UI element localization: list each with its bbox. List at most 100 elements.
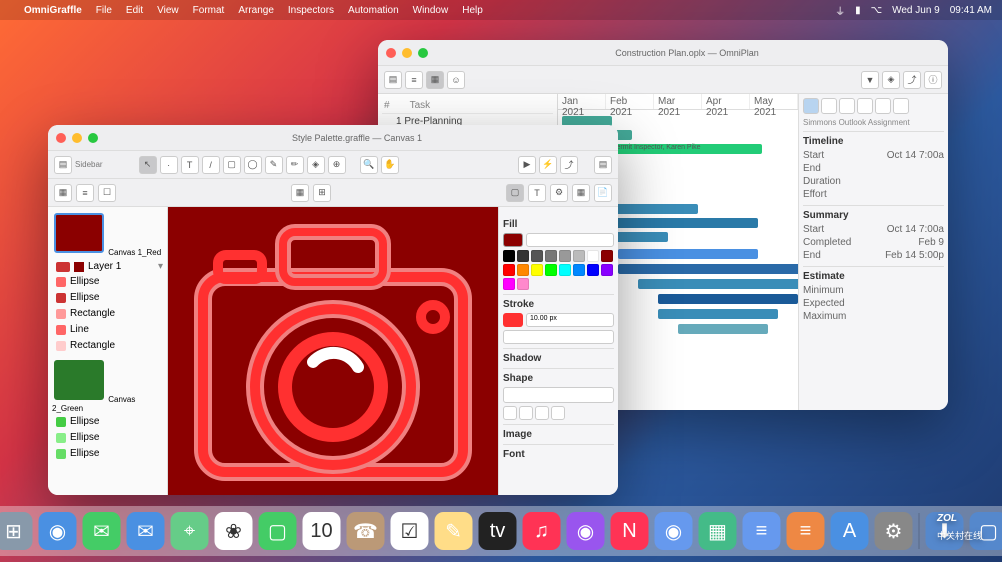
color-swatch[interactable] <box>517 250 529 262</box>
corner-btn[interactable] <box>551 406 565 420</box>
layer-item[interactable]: Ellipse <box>52 290 163 305</box>
layer-item[interactable]: Ellipse <box>52 414 163 429</box>
corner-btn[interactable] <box>535 406 549 420</box>
color-swatch[interactable] <box>503 264 515 276</box>
menu-view[interactable]: View <box>157 5 179 16</box>
corner-btn[interactable] <box>503 406 517 420</box>
color-swatch[interactable] <box>587 250 599 262</box>
insp-canvas[interactable]: ▦ <box>572 184 590 202</box>
close-button[interactable] <box>386 48 396 58</box>
dock-messages[interactable]: ✉ <box>83 512 121 550</box>
color-swatch[interactable] <box>545 250 557 262</box>
fill-color[interactable] <box>503 233 523 247</box>
inspector-tab[interactable] <box>803 98 819 114</box>
graffle-canvas[interactable] <box>168 207 498 495</box>
line-tool[interactable]: / <box>202 156 220 174</box>
fill-type-select[interactable] <box>526 233 614 247</box>
color-swatch[interactable] <box>559 264 571 276</box>
rect-tool[interactable]: ▢ <box>223 156 241 174</box>
layer-item[interactable]: Ellipse <box>52 430 163 445</box>
menu-window[interactable]: Window <box>413 5 449 16</box>
zoom-tool[interactable]: 🔍 <box>360 156 378 174</box>
grid-btn[interactable]: ▦ <box>291 184 309 202</box>
insp-doc[interactable]: 📄 <box>594 184 612 202</box>
selection-tab[interactable]: ☐ <box>98 184 116 202</box>
filter-btn[interactable]: ▼ <box>861 71 879 89</box>
inspector-toggle[interactable]: ▤ <box>594 156 612 174</box>
snap-btn[interactable]: ⊞ <box>313 184 331 202</box>
sidebar-toggle[interactable]: ▤ <box>54 156 72 174</box>
shape-select[interactable] <box>503 387 614 403</box>
dock-omnioutliner[interactable]: ≡ <box>787 512 825 550</box>
share-btn[interactable]: ⤴ <box>560 156 578 174</box>
color-swatch[interactable] <box>531 250 543 262</box>
color-swatch[interactable] <box>559 250 571 262</box>
menu-edit[interactable]: Edit <box>126 5 143 16</box>
zoom-button[interactable] <box>88 133 98 143</box>
stroke-style[interactable] <box>503 330 614 344</box>
zoom-button[interactable] <box>418 48 428 58</box>
baseline-btn[interactable]: ◈ <box>882 71 900 89</box>
color-swatch[interactable] <box>587 264 599 276</box>
wifi-icon[interactable]: ⏚ <box>835 3 845 18</box>
insp-type[interactable]: T <box>528 184 546 202</box>
stroke-color[interactable] <box>503 313 523 327</box>
menu-help[interactable]: Help <box>462 5 483 16</box>
brush-tool[interactable]: ✏ <box>286 156 304 174</box>
menu-format[interactable]: Format <box>193 5 225 16</box>
layer-item[interactable]: Rectangle <box>52 306 163 321</box>
dock-reminders[interactable]: ☑ <box>391 512 429 550</box>
dock-calendar[interactable]: 10 <box>303 512 341 550</box>
inspector-tab[interactable] <box>875 98 891 114</box>
insp-props[interactable]: ⚙ <box>550 184 568 202</box>
color-swatch[interactable] <box>531 264 543 276</box>
menu-automation[interactable]: Automation <box>348 5 399 16</box>
layers-tab[interactable]: ▦ <box>54 184 72 202</box>
dock-omnigraffle[interactable]: ▦ <box>699 512 737 550</box>
corner-btn[interactable] <box>519 406 533 420</box>
outline-tab[interactable]: ≡ <box>76 184 94 202</box>
insp-object[interactable]: ▢ <box>506 184 524 202</box>
dock-notes[interactable]: ✎ <box>435 512 473 550</box>
hand-tool[interactable]: ✋ <box>381 156 399 174</box>
layer-item[interactable]: Line <box>52 322 163 337</box>
outline-btn[interactable]: ≡ <box>405 71 423 89</box>
dock-safari[interactable]: ◉ <box>39 512 77 550</box>
color-swatch[interactable] <box>601 250 613 262</box>
view-btn[interactable]: ▤ <box>384 71 402 89</box>
menubar-date[interactable]: Wed Jun 9 <box>892 5 940 16</box>
dock-tv[interactable]: tv <box>479 512 517 550</box>
color-swatch[interactable] <box>573 264 585 276</box>
dock-podcasts[interactable]: ◉ <box>567 512 605 550</box>
inspector-tab[interactable] <box>821 98 837 114</box>
color-swatch[interactable] <box>517 264 529 276</box>
app-name[interactable]: OmniGraffle <box>24 5 82 16</box>
gantt-btn[interactable]: ▦ <box>426 71 444 89</box>
color-swatch[interactable] <box>503 250 515 262</box>
action-btn[interactable]: ⚡ <box>539 156 557 174</box>
dock-launchpad[interactable]: ⊞ <box>0 512 33 550</box>
color-swatch[interactable] <box>601 264 613 276</box>
dock-omnifocus[interactable]: ◉ <box>655 512 693 550</box>
inspector-tab[interactable] <box>839 98 855 114</box>
point-tool[interactable]: · <box>160 156 178 174</box>
resource-btn[interactable]: ☺ <box>447 71 465 89</box>
dock-maps[interactable]: ⌖ <box>171 512 209 550</box>
dock-mail[interactable]: ✉ <box>127 512 165 550</box>
shape-tool[interactable]: ◯ <box>244 156 262 174</box>
inspector-tab[interactable] <box>893 98 909 114</box>
select-tool[interactable]: ↖ <box>139 156 157 174</box>
dock-photos[interactable]: ❀ <box>215 512 253 550</box>
menubar-time[interactable]: 09:41 AM <box>950 5 992 16</box>
color-swatch[interactable] <box>545 264 557 276</box>
layer-item[interactable]: Ellipse <box>52 274 163 289</box>
text-tool[interactable]: T <box>181 156 199 174</box>
battery-icon[interactable]: ▮ <box>855 5 861 16</box>
color-swatch[interactable] <box>56 262 70 272</box>
minimize-button[interactable] <box>72 133 82 143</box>
dock-news[interactable]: N <box>611 512 649 550</box>
diagram-tool[interactable]: ◈ <box>307 156 325 174</box>
pen-tool[interactable]: ✎ <box>265 156 283 174</box>
color-swatch[interactable] <box>503 278 515 290</box>
canvas-thumb[interactable] <box>54 213 104 253</box>
